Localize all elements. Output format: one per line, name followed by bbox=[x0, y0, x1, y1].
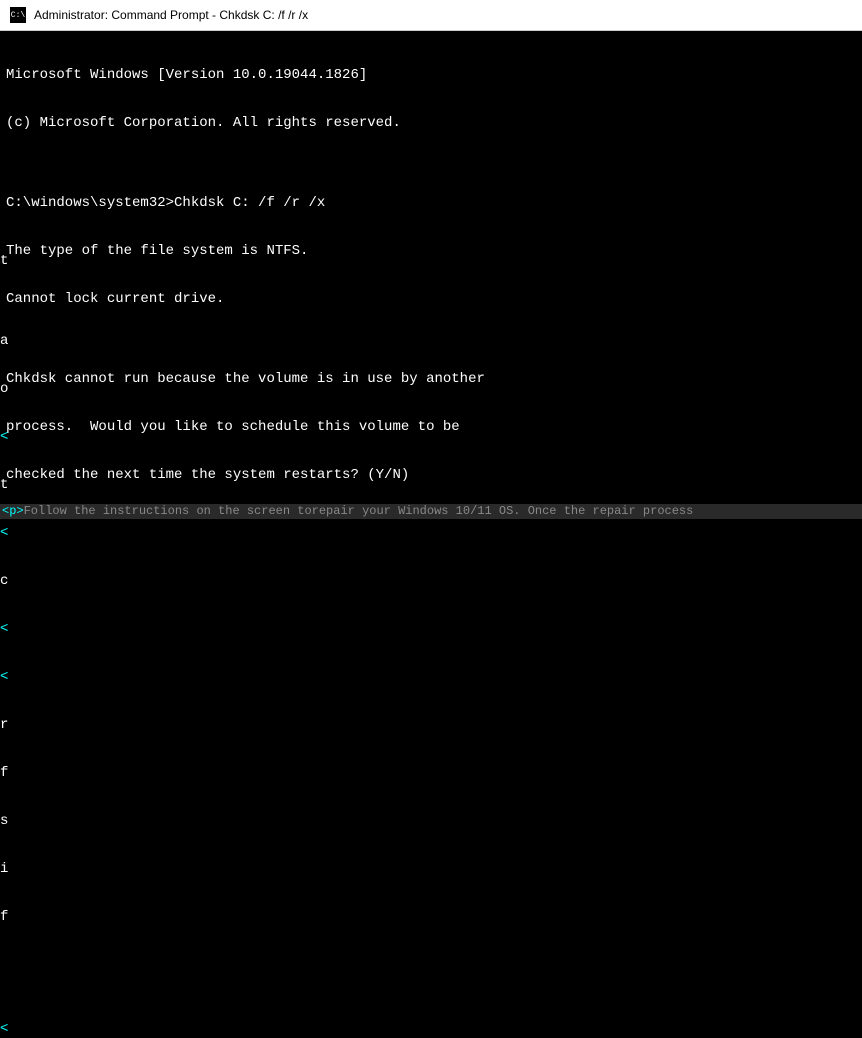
cmd-icon: C:\ bbox=[10, 7, 26, 23]
window-title: Administrator: Command Prompt - Chkdsk C… bbox=[34, 8, 308, 22]
bottom-artifact-bar: <p>Follow the instructions on the screen… bbox=[0, 504, 862, 519]
output-line: checked the next time the system restart… bbox=[6, 467, 856, 483]
bottom-text: Follow the instructions on the screen to… bbox=[24, 504, 694, 518]
entered-command: Chkdsk C: /f /r /x bbox=[174, 195, 325, 211]
output-line: Chkdsk cannot run because the volume is … bbox=[6, 371, 856, 387]
left-edge-artifact: t a o < t < c < < r f s i f < R < c bbox=[0, 221, 34, 1038]
terminal-output-area[interactable]: Microsoft Windows [Version 10.0.19044.18… bbox=[0, 31, 862, 504]
html-tag-artifact: <p> bbox=[2, 504, 24, 518]
output-line: The type of the file system is NTFS. bbox=[6, 243, 856, 259]
prompt-path: C:\windows\system32> bbox=[6, 195, 174, 211]
output-line: (c) Microsoft Corporation. All rights re… bbox=[6, 115, 856, 131]
window-title-bar[interactable]: C:\ Administrator: Command Prompt - Chkd… bbox=[0, 0, 862, 31]
output-line: process. Would you like to schedule this… bbox=[6, 419, 856, 435]
prompt-line: C:\windows\system32>Chkdsk C: /f /r /x bbox=[6, 195, 856, 211]
output-line: Cannot lock current drive. bbox=[6, 291, 856, 307]
output-line: Microsoft Windows [Version 10.0.19044.18… bbox=[6, 67, 856, 83]
